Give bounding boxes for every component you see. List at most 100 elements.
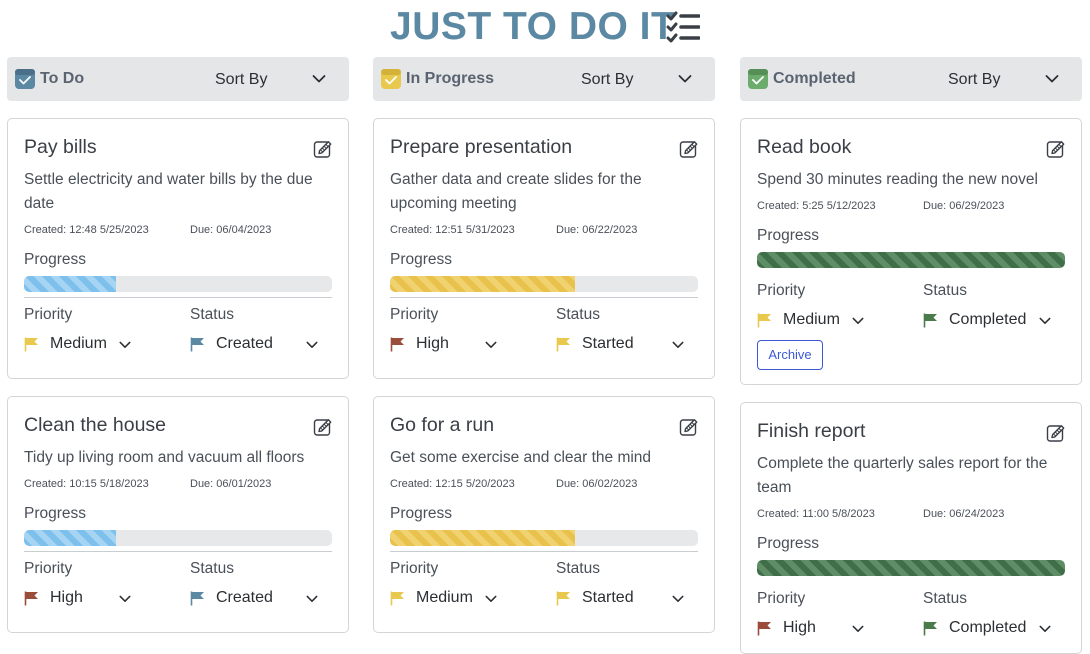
sort-by-select[interactable]: Sort By — [202, 61, 342, 97]
priority-value: High — [50, 589, 83, 606]
due-date: Due: 06/22/2023 — [556, 224, 638, 236]
edit-icon[interactable] — [1046, 139, 1066, 159]
sort-by-select[interactable]: Sort By — [935, 61, 1075, 97]
flag-icon — [757, 621, 772, 636]
column-title: In Progress — [406, 70, 495, 87]
flag-icon — [390, 591, 405, 606]
edit-icon[interactable] — [679, 139, 699, 159]
progress-label: Progress — [757, 535, 820, 552]
task-description: Complete the quarterly sales report for … — [757, 455, 1048, 496]
status-dropdown[interactable]: Started — [556, 587, 686, 611]
task-description: Tidy up living room and vacuum all floor… — [24, 449, 305, 466]
progress-bar — [390, 530, 698, 546]
priority-label: Priority — [757, 590, 806, 607]
chevron-down-icon — [306, 341, 318, 349]
task-card: Prepare presentation Gather data and cre… — [373, 118, 715, 379]
edit-icon[interactable] — [1046, 423, 1066, 443]
flag-icon — [24, 591, 39, 606]
column-completed: Completed Sort By Read book Spend 30 min… — [740, 57, 1082, 654]
priority-dropdown[interactable]: Medium — [390, 587, 502, 611]
priority-label: Priority — [757, 282, 806, 299]
checklist-icon — [666, 11, 700, 43]
chevron-down-icon — [312, 74, 326, 84]
status-value: Created — [216, 589, 273, 606]
priority-dropdown[interactable]: Medium — [757, 309, 869, 333]
priority-dropdown[interactable]: High — [390, 333, 502, 357]
due-date: Due: 06/24/2023 — [923, 508, 1005, 520]
sort-by-select[interactable]: Sort By — [568, 61, 708, 97]
edit-icon[interactable] — [313, 139, 333, 159]
status-dropdown[interactable]: Created — [190, 333, 320, 357]
priority-value: Medium — [783, 311, 840, 328]
task-card: Finish report Complete the quarterly sal… — [740, 402, 1082, 654]
sort-by-label: Sort By — [581, 71, 634, 88]
flag-icon — [390, 337, 405, 352]
column-title: To Do — [40, 70, 85, 87]
task-title: Pay bills — [24, 136, 97, 158]
priority-value: Medium — [50, 335, 107, 352]
priority-label: Priority — [24, 560, 73, 577]
column-header: Completed Sort By — [740, 57, 1082, 101]
progress-bar — [757, 252, 1065, 268]
due-date: Due: 06/01/2023 — [190, 478, 272, 490]
task-card: Go for a run Get some exercise and clear… — [373, 396, 715, 633]
priority-label: Priority — [390, 560, 439, 577]
flag-icon — [190, 591, 205, 606]
task-title: Go for a run — [390, 414, 495, 436]
chevron-down-icon — [852, 625, 864, 633]
status-dropdown[interactable]: Created — [190, 587, 320, 611]
flag-icon — [556, 591, 571, 606]
divider — [24, 297, 332, 298]
created-date: Created: 5:25 5/12/2023 — [757, 200, 876, 212]
divider — [390, 551, 698, 552]
due-date: Due: 06/02/2023 — [556, 478, 638, 490]
flag-icon — [190, 337, 205, 352]
column-header: To Do Sort By — [7, 57, 349, 101]
due-date: Due: 06/04/2023 — [190, 224, 272, 236]
status-dropdown[interactable]: Completed — [923, 309, 1063, 333]
status-value: Started — [582, 335, 634, 352]
created-date: Created: 10:15 5/18/2023 — [24, 478, 149, 490]
chevron-down-icon — [852, 317, 864, 325]
task-description: Spend 30 minutes reading the new novel — [757, 171, 1038, 188]
status-value: Completed — [949, 311, 1027, 328]
progress-label: Progress — [390, 505, 453, 522]
created-date: Created: 12:48 5/25/2023 — [24, 224, 149, 236]
created-date: Created: 11:00 5/8/2023 — [757, 508, 875, 520]
app-header: JUST TO DO IT — [0, 0, 1090, 56]
progress-label: Progress — [757, 227, 820, 244]
status-label: Status — [923, 282, 967, 299]
progress-bar — [24, 530, 332, 546]
flag-icon — [24, 337, 39, 352]
app-title: JUST TO DO IT — [390, 5, 676, 48]
flag-icon — [923, 621, 938, 636]
chevron-down-icon — [485, 341, 497, 349]
status-label: Status — [556, 306, 600, 323]
chevron-down-icon — [672, 341, 684, 349]
edit-icon[interactable] — [679, 417, 699, 437]
archive-button[interactable]: Archive — [757, 340, 823, 370]
created-date: Created: 12:51 5/31/2023 — [390, 224, 515, 236]
progress-bar — [24, 276, 332, 292]
priority-value: Medium — [416, 589, 473, 606]
task-description: Get some exercise and clear the mind — [390, 449, 652, 466]
task-title: Finish report — [757, 420, 866, 442]
task-card: Clean the house Tidy up living room and … — [7, 396, 349, 633]
status-dropdown[interactable]: Started — [556, 333, 686, 357]
status-dropdown[interactable]: Completed — [923, 617, 1063, 641]
inbox-icon — [381, 69, 401, 89]
progress-label: Progress — [390, 251, 453, 268]
flag-icon — [757, 313, 772, 328]
status-label: Status — [923, 590, 967, 607]
priority-dropdown[interactable]: High — [757, 617, 869, 641]
status-label: Status — [190, 560, 234, 577]
priority-dropdown[interactable]: High — [24, 587, 136, 611]
column-in-progress: In Progress Sort By Prepare presentation… — [373, 57, 715, 633]
chevron-down-icon — [119, 341, 131, 349]
progress-label: Progress — [24, 505, 87, 522]
priority-dropdown[interactable]: Medium — [24, 333, 136, 357]
task-title: Read book — [757, 136, 852, 158]
chevron-down-icon — [1039, 317, 1051, 325]
inbox-icon — [15, 69, 35, 89]
edit-icon[interactable] — [313, 417, 333, 437]
